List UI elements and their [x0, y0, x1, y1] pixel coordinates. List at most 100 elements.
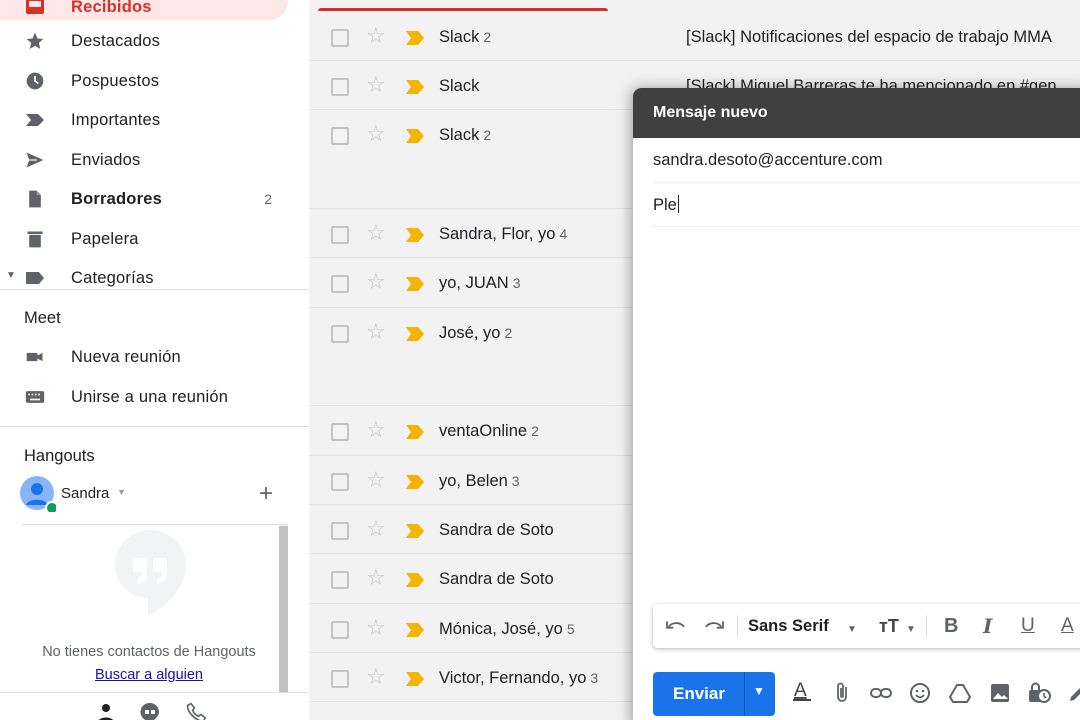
send-options-icon[interactable]: ▼ [753, 684, 765, 698]
insert-photo-icon[interactable] [989, 682, 1011, 709]
caret-down-icon[interactable]: ▼ [6, 270, 16, 281]
font-family-select[interactable]: Sans Serif [748, 616, 829, 636]
sidebar: Recibidos Destacados Pospuestos Importan… [0, 0, 308, 720]
font-size-dropdown-icon[interactable]: ▼ [906, 620, 916, 640]
chat-icon[interactable] [140, 702, 160, 720]
important-marker-icon[interactable] [405, 622, 425, 643]
sidebar-item-label: Borradores [71, 189, 162, 208]
underline-icon[interactable]: U [1021, 616, 1035, 636]
sidebar-item-label: Recibidos [71, 0, 152, 16]
sender-names: Sandra de Soto [439, 521, 554, 539]
star-icon[interactable]: ☆ [366, 270, 386, 294]
star-icon[interactable]: ☆ [366, 24, 386, 48]
email-row[interactable]: ☆ Slack 2 [Slack] Notificaciones del espaci… [309, 12, 1080, 61]
formatting-options-icon[interactable]: A [791, 678, 813, 709]
add-contact-icon[interactable]: + [259, 480, 273, 508]
star-icon[interactable]: ☆ [366, 517, 386, 541]
select-checkbox[interactable] [331, 325, 349, 343]
thread-count: 3 [511, 473, 520, 489]
emoji-icon[interactable] [909, 682, 931, 709]
email-sender: yo, Belen 3 [439, 472, 520, 491]
star-icon[interactable]: ☆ [366, 566, 386, 590]
compose-title: Mensaje nuevo [653, 104, 768, 121]
sidebar-item-trash[interactable]: Papelera [0, 221, 288, 257]
star-icon[interactable]: ☆ [366, 221, 386, 245]
hangouts-user-name[interactable]: Sandra [61, 485, 109, 502]
select-checkbox[interactable] [331, 423, 349, 441]
signature-icon[interactable] [1067, 682, 1080, 709]
person-icon[interactable] [96, 702, 116, 720]
compose-header[interactable]: Mensaje nuevo [633, 88, 1080, 138]
divider [926, 615, 927, 637]
star-icon[interactable]: ☆ [366, 468, 386, 492]
attach-file-icon[interactable] [833, 682, 853, 709]
select-checkbox[interactable] [331, 127, 349, 145]
star-icon[interactable]: ☆ [366, 616, 386, 640]
sidebar-item-inbox[interactable]: Recibidos [0, 0, 288, 20]
bold-icon[interactable]: B [944, 616, 958, 636]
important-marker-icon[interactable] [405, 227, 425, 248]
subject-text: Ple [653, 196, 677, 214]
join-meeting-item[interactable]: Unirse a una reunión [0, 379, 288, 415]
thread-count: 2 [531, 423, 539, 439]
avatar[interactable] [20, 476, 59, 515]
redo-icon[interactable] [703, 616, 725, 638]
sender-names: Slack [439, 28, 480, 46]
select-checkbox[interactable] [331, 226, 349, 244]
star-icon[interactable]: ☆ [366, 665, 386, 689]
thread-count: 2 [483, 127, 492, 143]
sidebar-item-snoozed[interactable]: Pospuestos [0, 63, 288, 99]
sidebar-item-starred[interactable]: Destacados [0, 23, 288, 59]
search-someone-link[interactable]: Buscar a alguien [95, 667, 203, 683]
divider [22, 524, 288, 525]
sidebar-item-categories[interactable]: ▼ Categorías [0, 260, 288, 296]
sidebar-item-drafts[interactable]: Borradores 2 [0, 181, 288, 217]
insert-link-icon[interactable] [869, 682, 893, 709]
select-checkbox[interactable] [331, 571, 349, 589]
select-checkbox[interactable] [331, 621, 349, 639]
select-checkbox[interactable] [331, 29, 349, 47]
select-checkbox[interactable] [331, 522, 349, 540]
font-size-icon[interactable]: тT [879, 616, 899, 636]
select-checkbox[interactable] [331, 78, 349, 96]
important-marker-icon[interactable] [405, 671, 425, 692]
phone-icon[interactable] [185, 702, 207, 720]
confidential-mode-icon[interactable] [1027, 682, 1051, 709]
select-checkbox[interactable] [331, 670, 349, 688]
star-icon[interactable]: ☆ [366, 418, 386, 442]
message-body[interactable] [653, 228, 1080, 598]
star-icon[interactable]: ☆ [366, 73, 386, 97]
important-marker-icon[interactable] [405, 424, 425, 445]
important-marker-icon[interactable] [405, 276, 425, 297]
join-meeting-label: Unirse a una reunión [71, 387, 229, 406]
important-marker-icon[interactable] [405, 523, 425, 544]
important-marker-icon[interactable] [405, 326, 425, 347]
new-meeting-item[interactable]: Nueva reunión [0, 339, 288, 375]
important-marker-icon[interactable] [405, 79, 425, 100]
italic-icon[interactable]: I [983, 616, 992, 636]
sidebar-item-sent[interactable]: Enviados [0, 142, 288, 178]
important-marker-icon[interactable] [405, 474, 425, 495]
star-icon[interactable]: ☆ [366, 122, 386, 146]
send-button[interactable]: Enviar ▼ [653, 672, 775, 716]
email-sender: Slack 2 [439, 28, 491, 47]
important-marker-icon[interactable] [405, 572, 425, 593]
drive-icon[interactable] [948, 682, 972, 709]
undo-icon[interactable] [665, 616, 687, 638]
sidebar-item-important[interactable]: Importantes [0, 102, 288, 138]
important-marker-icon[interactable] [405, 30, 425, 51]
font-dropdown-arrow-icon[interactable]: ▼ [847, 620, 857, 640]
star-icon[interactable]: ☆ [366, 320, 386, 344]
select-checkbox[interactable] [331, 473, 349, 491]
to-field[interactable]: sandra.desoto@accenture.com [653, 138, 1080, 183]
hangouts-empty-text: No tienes contactos de Hangouts [42, 644, 256, 660]
drafts-count: 2 [264, 191, 272, 207]
subject-field[interactable]: Ple [653, 183, 1080, 227]
select-checkbox[interactable] [331, 275, 349, 293]
send-label: Enviar [673, 684, 725, 703]
chevron-down-icon[interactable]: ▼ [117, 487, 126, 497]
text-color-icon[interactable]: A [1061, 616, 1074, 636]
thread-count: 5 [566, 621, 575, 637]
active-tab-indicator [318, 8, 608, 11]
important-marker-icon[interactable] [405, 128, 425, 149]
